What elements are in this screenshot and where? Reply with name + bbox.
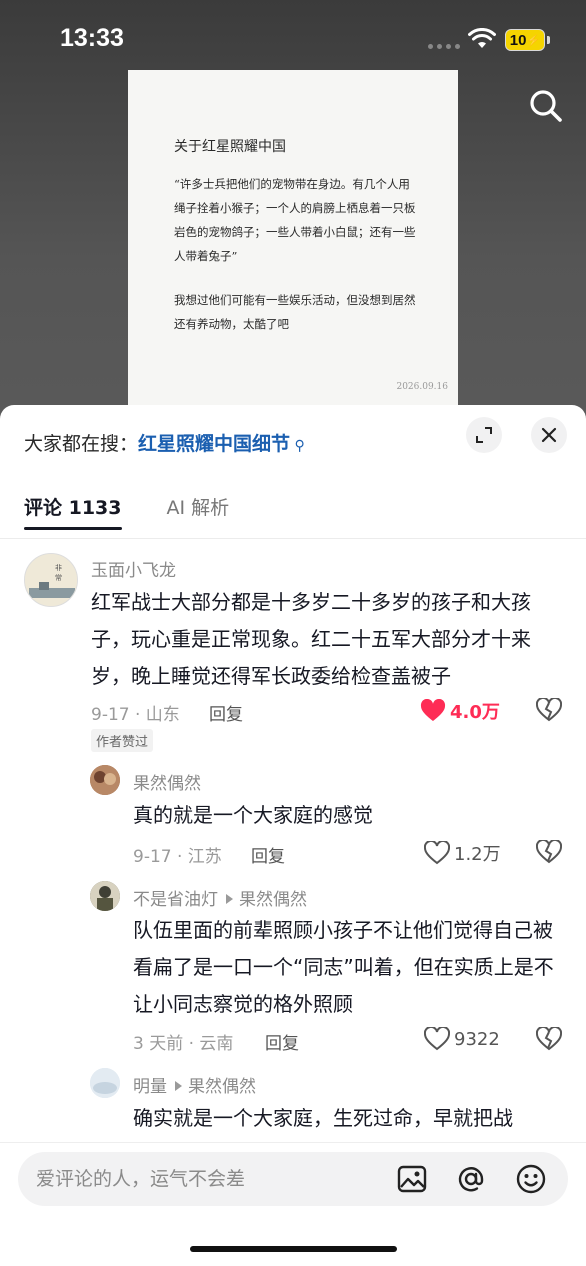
expand-button[interactable]: [466, 417, 502, 453]
like-count: 9322: [454, 1028, 500, 1050]
dislike-broken-heart-icon[interactable]: [536, 1027, 562, 1051]
trending-search[interactable]: 大家都在搜：红星照耀中国细节 ⚲: [24, 429, 305, 456]
comment-text: 真的就是一个大家庭的感觉: [133, 803, 373, 827]
avatar[interactable]: [90, 765, 120, 795]
reply-target[interactable]: 果然偶然: [188, 1077, 256, 1097]
comment-text: 队伍里面的前辈照顾小孩子不让他们觉得自己被看扁了是一口一个“同志”叫着，但在实质…: [133, 918, 554, 1016]
mention-icon[interactable]: [455, 1163, 487, 1195]
avatar[interactable]: [90, 1068, 120, 1098]
avatar-image: 非 常: [25, 554, 77, 606]
small-search-icon: ⚲: [290, 438, 305, 454]
battery-icon: 10 ⚡: [505, 29, 545, 51]
comment-text: 确实就是一个大家庭，生死过命，早就把战: [133, 1106, 513, 1130]
note-date: 2026.09.16: [396, 382, 448, 392]
comment-tabs: 评论 1133 AI 解析: [24, 493, 229, 533]
reply-button[interactable]: 回复: [209, 700, 243, 725]
like-button[interactable]: 4.0万: [420, 698, 500, 724]
trending-search-keyword[interactable]: 红星照耀中国细节: [138, 433, 290, 455]
comment-meta: 3 天前 · 云南: [133, 1034, 234, 1054]
tab-divider: [0, 538, 586, 539]
comment-text: 红军战士大部分都是十多岁二十多岁的孩子和大孩子，玩心重是正常现象。红二十五军大部…: [91, 590, 531, 688]
trending-search-prefix: 大家都在搜：: [24, 433, 139, 455]
input-divider: [0, 1142, 586, 1143]
comment-meta: 9-17 · 江苏: [133, 847, 222, 867]
comment-input-bar: [18, 1152, 568, 1206]
close-icon: [541, 427, 557, 443]
comment-username[interactable]: 玉面小飞龙: [91, 556, 176, 581]
like-count: 4.0万: [450, 702, 500, 723]
avatar-image: [90, 1068, 120, 1098]
like-button[interactable]: 9322: [424, 1027, 500, 1051]
expand-icon: [476, 427, 492, 443]
avatar-image: [90, 881, 120, 911]
comment-username[interactable]: 不是省油灯 果然偶然: [133, 885, 307, 910]
avatar[interactable]: [90, 881, 120, 911]
emoji-icon[interactable]: [515, 1163, 547, 1195]
status-time: 13:33: [60, 24, 124, 52]
note-title: 关于红星照耀中国: [174, 139, 286, 155]
reply-button[interactable]: 回复: [265, 1029, 299, 1054]
status-bar: 13:33 10 ⚡: [0, 22, 586, 58]
note-quote: “许多士兵把他们的宠物带在身边。有几个人用绳子拴着小猴子；一个人的肩膀上栖息着一…: [174, 177, 416, 263]
cellular-signal-icon: [428, 44, 460, 49]
svg-text:非: 非: [55, 563, 62, 572]
like-count: 1.2万: [454, 844, 501, 865]
image-picker-icon[interactable]: [396, 1163, 428, 1195]
heart-outline-icon: [424, 841, 450, 865]
heart-filled-icon: [420, 699, 446, 721]
note-image: 关于红星照耀中国 “许多士兵把他们的宠物带在身边。有几个人用绳子拴着小猴子；一个…: [128, 70, 458, 410]
search-icon[interactable]: [526, 86, 566, 126]
avatar-image: [90, 765, 120, 795]
comment-input[interactable]: [36, 1152, 386, 1206]
avatar[interactable]: 非 常: [24, 553, 78, 607]
reply-arrow-icon: [175, 1081, 182, 1091]
tab-ai-analysis[interactable]: AI 解析: [167, 493, 230, 533]
tab-comments[interactable]: 评论 1133: [24, 493, 122, 533]
wifi-icon: [468, 28, 496, 48]
note-comment: 我想过他们可能有一些娱乐活动，但没想到居然还有养动物，太酷了吧: [174, 293, 416, 331]
svg-text:常: 常: [55, 573, 62, 582]
video-area[interactable]: 13:33 10 ⚡ 关于红星照耀中国 “许多士兵把他们的宠物带在身边。有几个人用…: [0, 0, 586, 430]
comment-username[interactable]: 果然偶然: [133, 769, 201, 794]
reply-author[interactable]: 明量: [133, 1077, 167, 1097]
comment-username[interactable]: 明量 果然偶然: [133, 1072, 256, 1097]
author-liked-badge: 作者赞过: [91, 729, 154, 752]
home-indicator[interactable]: [190, 1246, 397, 1252]
close-button[interactable]: [531, 417, 567, 453]
battery-level: 10: [509, 31, 527, 49]
reply-arrow-icon: [226, 894, 233, 904]
like-button[interactable]: 1.2万: [424, 840, 501, 866]
battery-tip: [547, 36, 550, 44]
comment-meta: 9-17 · 山东: [91, 705, 180, 725]
dislike-broken-heart-icon[interactable]: [536, 840, 562, 864]
reply-author[interactable]: 不是省油灯: [133, 890, 218, 910]
reply-button[interactable]: 回复: [251, 842, 285, 867]
heart-outline-icon: [424, 1027, 450, 1051]
dislike-broken-heart-icon[interactable]: [536, 698, 562, 722]
reply-target[interactable]: 果然偶然: [239, 890, 307, 910]
